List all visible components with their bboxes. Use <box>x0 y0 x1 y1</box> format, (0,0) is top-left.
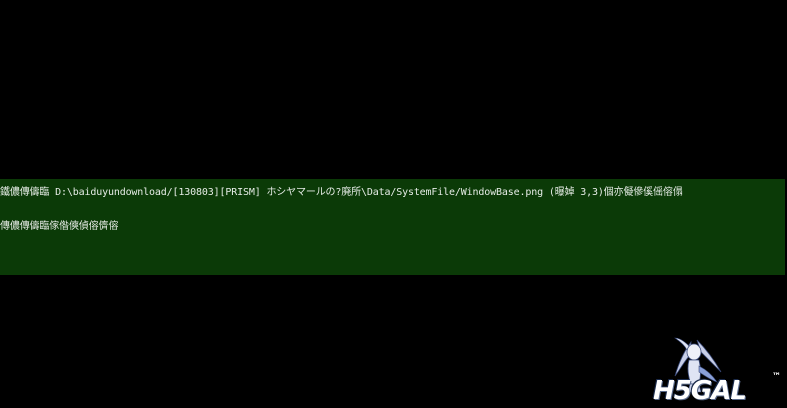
trademark-mark: ™ <box>772 372 781 382</box>
h5gal-watermark: H5GAL ™ <box>653 336 783 406</box>
error-message-line-1: 鐵儂傳儔臨 D:\baiduyundownload/[130803][PRISM… <box>0 187 683 198</box>
watermark-logo-text: H5GAL <box>653 376 747 406</box>
error-message-panel: 鐵儂傳儔臨 D:\baiduyundownload/[130803][PRISM… <box>0 179 785 275</box>
error-message-line-2: 傳儂傳儔臨傢偺傸偵傛儕傛 <box>0 221 119 232</box>
